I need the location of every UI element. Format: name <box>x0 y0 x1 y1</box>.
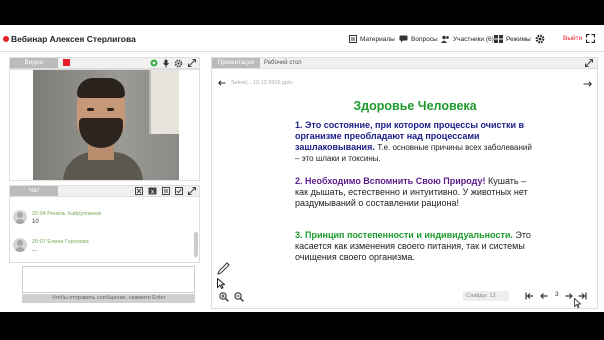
materials-icon <box>349 35 357 43</box>
modes-label: Режимы <box>506 35 531 43</box>
camera-status-icon[interactable] <box>150 59 158 68</box>
chat-list-icon[interactable] <box>162 187 170 195</box>
slide-item-2: 2. Необходимо Вспомнить Свою Природу! Ку… <box>295 176 528 208</box>
moderation-check-icon[interactable] <box>175 187 183 195</box>
questions-icon <box>399 35 408 43</box>
file-name: Sekret... 15.12.2016.pptx <box>231 80 293 86</box>
exit-button[interactable]: Выйти <box>563 35 582 42</box>
next-slide-icon[interactable] <box>565 292 573 300</box>
questions-label: Вопросы <box>411 35 438 43</box>
chat-message-meta: 20:07 Елена Горелова <box>32 239 89 245</box>
video-area <box>9 69 200 181</box>
slide-item-1: 1. Это состояние, при котором процессы о… <box>295 120 532 163</box>
prev-slide-icon[interactable] <box>540 292 548 300</box>
fullscreen-icon[interactable] <box>586 34 595 43</box>
participants-icon <box>441 35 449 43</box>
mouse-cursor-icon <box>574 298 581 308</box>
chat-tab[interactable]: Чат <box>10 186 58 196</box>
settings-gear-icon[interactable] <box>535 34 545 44</box>
slide: Здоровье Человека 1. Это состояние, при … <box>290 96 536 285</box>
first-slide-icon[interactable] <box>525 292 534 300</box>
chat-messages[interactable]: 20:04 Ренель Хайруллинов 10 20:07 Елена … <box>9 197 200 263</box>
chat-expand-icon[interactable] <box>188 187 196 195</box>
recording-indicator-icon <box>3 36 9 42</box>
slides-count-box: Слайды: 12 <box>463 291 509 301</box>
export-excel-icon[interactable]: x <box>148 187 157 195</box>
zoom-in-icon[interactable] <box>219 292 229 302</box>
page-title: Вебинар Алексея Стерлигова <box>11 34 136 44</box>
chat-scrollbar[interactable] <box>194 232 198 257</box>
participants-button[interactable]: Участники (6) <box>441 35 494 43</box>
materials-button[interactable]: Материалы <box>349 35 395 43</box>
chat-panel-header: Чат x <box>9 185 200 197</box>
slide-item-3: 3. Принцип постепенности и индивидуально… <box>295 230 531 262</box>
video-tab[interactable]: Видео <box>10 58 58 68</box>
chat-message-meta: 20:04 Ренель Хайруллинов <box>32 211 102 217</box>
chat-message-input[interactable] <box>22 266 195 293</box>
modes-button[interactable]: Режимы <box>494 35 531 43</box>
back-arrow-icon[interactable] <box>218 80 226 86</box>
chat-send-hint[interactable]: Чтобы отправить сообщение, нажмите Enter <box>22 294 195 303</box>
next-file-arrow-icon[interactable] <box>583 81 592 87</box>
microphone-icon[interactable] <box>163 59 169 68</box>
webcam-feed <box>33 70 179 180</box>
chat-message-text: ... <box>32 247 38 253</box>
top-black-bar <box>0 0 604 25</box>
tab-presentation[interactable]: Презентация <box>212 58 260 68</box>
presentation-expand-icon[interactable] <box>585 59 593 67</box>
questions-button[interactable]: Вопросы <box>399 35 438 43</box>
pointer-tool-icon[interactable] <box>217 278 225 289</box>
chat-message: 20:07 Елена Горелова ... <box>13 238 193 260</box>
header: Вебинар Алексея Стерлигова Материалы Воп… <box>0 25 604 52</box>
avatar <box>13 238 27 252</box>
chat-message: 20:04 Ренель Хайруллинов 10 <box>13 210 193 232</box>
clear-chat-icon[interactable] <box>135 187 143 195</box>
avatar <box>13 210 27 224</box>
file-bar: Sekret... 15.12.2016.pptx <box>218 80 292 86</box>
video-panel-header: Видео <box>9 57 200 69</box>
stop-video-button[interactable] <box>63 59 70 66</box>
presentation-panel-header: Презентация Рабочий стол <box>211 57 598 69</box>
modes-icon <box>494 35 503 43</box>
participants-label: Участники (6) <box>453 35 494 43</box>
slide-title: Здоровье Человека <box>353 99 477 113</box>
pen-tool-icon[interactable] <box>217 262 230 275</box>
zoom-out-icon[interactable] <box>234 292 244 302</box>
chat-message-text: 10 <box>32 219 39 225</box>
current-slide-number[interactable]: 3 <box>555 291 559 298</box>
video-expand-icon[interactable] <box>188 59 196 67</box>
materials-label: Материалы <box>360 35 395 43</box>
video-settings-gear-icon[interactable] <box>174 59 183 68</box>
tab-desktop[interactable]: Рабочий стол <box>264 58 302 68</box>
svg-text:x: x <box>151 188 155 195</box>
